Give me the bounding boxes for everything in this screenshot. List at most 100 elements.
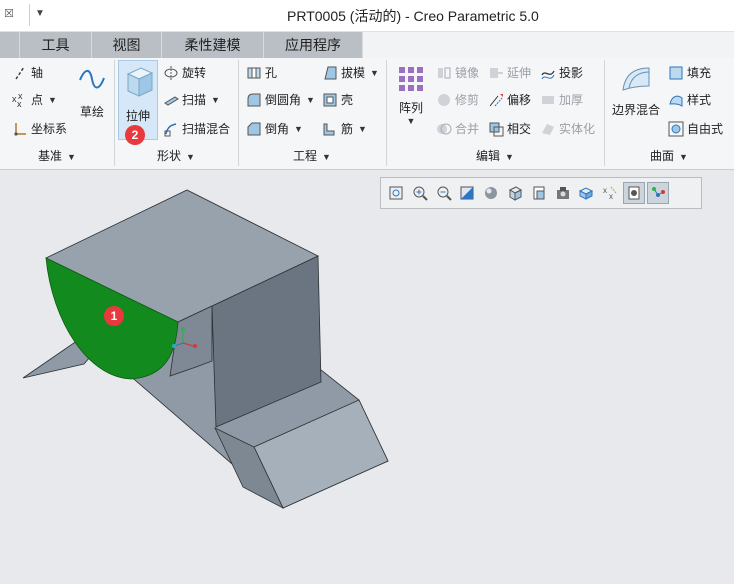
tab-applications[interactable]: 应用程序 [264,32,363,58]
csys-x-dot [193,344,197,348]
model-viewport[interactable] [0,171,734,584]
mirror-button[interactable]: 镜像 [436,62,479,84]
repaint-icon[interactable] [456,182,478,204]
shapes-group-footer[interactable]: 形状 ▼ [114,144,238,168]
zoom-in-icon[interactable] [409,182,431,204]
surfaces-footer-label: 曲面 [650,149,675,163]
svg-text:x: x [17,99,22,108]
thicken-button[interactable]: 加厚 [540,89,583,111]
point-button[interactable]: xxx 点 ▼ [12,89,57,111]
shapes-footer-label: 形状 [157,149,182,163]
pattern-button[interactable]: 阵列 ▼ [392,64,430,142]
shell-label: 壳 [341,93,354,107]
draft-icon [322,65,338,81]
revolve-icon [163,65,179,81]
intersect-icon [488,121,504,137]
style-icon [668,92,684,108]
engineering-footer-label: 工程 [293,149,318,163]
chevron-down-icon: ▼ [370,68,379,78]
display-style-icon[interactable] [480,182,502,204]
spin-center-icon[interactable] [622,182,645,204]
tab-tools[interactable]: 工具 [20,32,92,58]
boundary-blend-button[interactable]: 边界混合 [608,64,664,126]
shell-button[interactable]: 壳 [322,89,353,111]
pattern-label: 阵列 [398,101,423,115]
extend-button[interactable]: 延伸 [488,62,531,84]
merge-button[interactable]: 合并 [436,118,479,140]
shell-icon [322,92,338,108]
sketch-button[interactable]: 草绘 [74,64,110,126]
revolve-button[interactable]: 旋转 [163,62,206,84]
offset-icon [488,92,504,108]
view-manager-icon[interactable] [528,182,550,204]
chevron-down-icon: ▼ [358,124,367,134]
zoom-out-icon[interactable] [433,182,455,204]
round-button[interactable]: 倒圆角 ▼ [246,89,315,111]
solidify-label: 实体化 [559,122,596,136]
annotation-display-icon[interactable] [646,182,669,204]
swept-blend-button[interactable]: 扫描混合 [163,118,230,140]
draft-label: 拔模 [341,66,366,80]
close-window-icon[interactable]: ☒ [4,7,14,20]
appearance-icon[interactable] [575,182,597,204]
axis-button[interactable]: 轴 [12,62,43,84]
trim-button[interactable]: 修剪 [436,89,479,111]
datum-display-filters-icon[interactable]: xx [599,182,621,204]
refit-icon[interactable] [385,182,407,204]
point-label: 点 [31,93,44,107]
solidify-button[interactable]: 实体化 [540,118,595,140]
editing-group-footer[interactable]: 编辑 ▼ [386,144,604,168]
titlebar-divider [29,4,30,26]
ribbon-tabs: 工具 视图 柔性建模 应用程序 [0,32,734,58]
sweep-button[interactable]: 扫描 ▼ [163,89,220,111]
rib-button[interactable]: 筋 ▼ [322,118,367,140]
trim-label: 修剪 [455,93,480,107]
graphics-area[interactable] [0,171,734,584]
tab-label: 应用程序 [285,37,341,53]
swept-blend-icon [163,121,179,137]
freestyle-button[interactable]: 自由式 [668,118,723,140]
offset-label: 偏移 [507,93,532,107]
mirror-label: 镜像 [455,66,480,80]
chamfer-icon [246,121,262,137]
engineering-group-footer[interactable]: 工程 ▼ [238,144,386,168]
fill-button[interactable]: 填充 [668,62,711,84]
tab-view[interactable]: 视图 [92,32,162,58]
mirror-icon [436,65,452,81]
csys-icon [12,121,28,137]
chevron-down-icon: ▼ [48,95,57,105]
surfaces-group-footer[interactable]: 曲面 ▼ [604,144,734,168]
style-label: 样式 [687,93,712,107]
offset-button[interactable]: 偏移 [488,89,531,111]
datum-group-footer[interactable]: 基准 ▼ [0,144,114,168]
csys-label: 坐标系 [31,122,68,136]
tab-hidden-left[interactable] [0,32,20,58]
ribbon: 轴 xxx 点 ▼ 坐标系 草绘 基准 ▼ 拉伸 旋转 扫描 ▼ 扫描混合 形状 ▼ [0,58,734,170]
svg-text:x: x [603,186,607,195]
merge-label: 合并 [455,122,480,136]
tab-flexible-modeling[interactable]: 柔性建模 [162,32,264,58]
rib-label: 筋 [341,122,354,136]
hole-label: 孔 [265,66,278,80]
tab-label: 柔性建模 [184,37,241,53]
draft-button[interactable]: 拔模 ▼ [322,62,379,84]
saved-orientations-icon[interactable] [504,182,526,204]
intersect-button[interactable]: 相交 [488,118,531,140]
sketch-label: 草绘 [79,105,104,119]
project-button[interactable]: 投影 [540,62,583,84]
intersect-label: 相交 [507,122,532,136]
quick-access-menu-icon[interactable]: ▼ [35,8,45,19]
boundary-blend-label: 边界混合 [611,103,660,117]
perspective-view-icon[interactable] [552,182,574,204]
csys-button[interactable]: 坐标系 [12,118,67,140]
chamfer-button[interactable]: 倒角 ▼ [246,118,303,140]
hole-button[interactable]: 孔 [246,62,277,84]
datum-point-icon: xxx [12,91,28,109]
boundary-blend-icon [622,67,650,91]
round-icon [246,92,262,108]
style-button[interactable]: 样式 [668,89,711,111]
sketch-icon [79,69,105,89]
fill-label: 填充 [687,66,712,80]
chamfer-label: 倒角 [265,122,290,136]
chevron-down-icon: ▼ [211,95,220,105]
